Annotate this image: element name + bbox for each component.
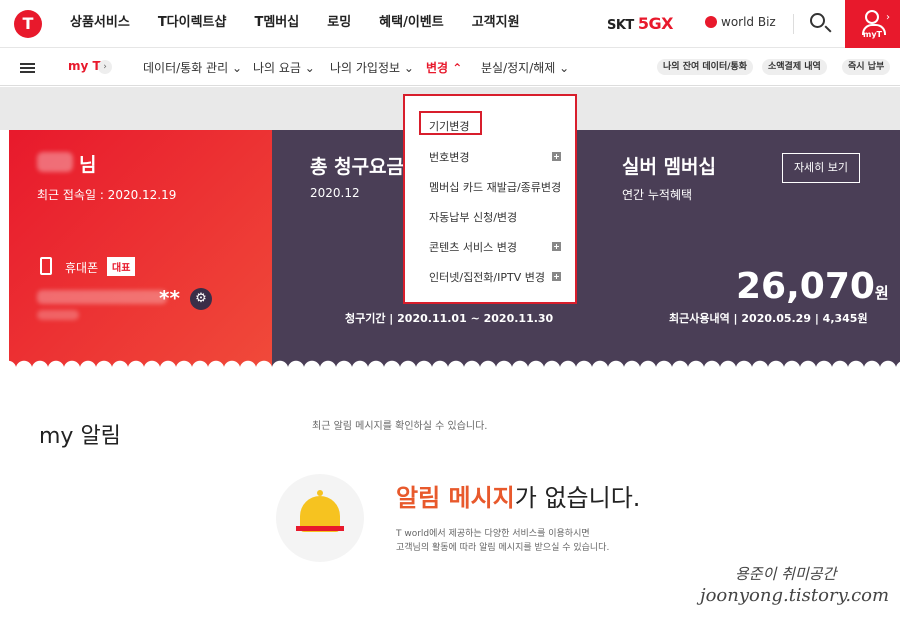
plus-icon[interactable]	[552, 152, 561, 161]
wave-divider	[0, 355, 900, 369]
membership-sub: 연간 누적혜택	[622, 188, 693, 202]
quick-pay-now[interactable]: 즉시 납부	[842, 59, 891, 75]
membership-title: 실버 멤버십	[622, 156, 717, 178]
subnav-change[interactable]: 변경 ⌃	[426, 59, 462, 76]
myt-button-label: myT	[862, 30, 882, 39]
dd-internet-iptv[interactable]: 인터넷/집전화/IPTV 변경	[429, 269, 545, 285]
membership-amount: 26,070원	[736, 266, 889, 307]
phone-label: 휴대폰	[65, 261, 99, 275]
gnb-benefits[interactable]: 혜택/이벤트	[379, 0, 444, 48]
dd-autopay[interactable]: 자동납부 신청/변경	[429, 209, 517, 225]
plus-icon[interactable]	[552, 242, 561, 251]
dd-membership-card[interactable]: 멤버십 카드 재발급/종류변경	[429, 179, 561, 195]
search-button[interactable]	[800, 0, 840, 48]
tworld-logo[interactable]	[14, 10, 42, 38]
subnav-my-fee[interactable]: 나의 요금 ⌄	[253, 59, 315, 76]
phone-icon	[40, 257, 52, 275]
global-nav: 상품서비스 T다이렉트샵 T멤버십 로밍 혜택/이벤트 고객지원	[70, 0, 548, 48]
sub-nav: my T › 데이터/통화 관리 ⌄ 나의 요금 ⌄ 나의 가입정보 ⌄ 변경 …	[0, 48, 900, 86]
subnav-data-call[interactable]: 데이터/통화 관리 ⌄	[143, 59, 242, 76]
chevron-right-icon[interactable]: ›	[98, 60, 112, 74]
gnb-support[interactable]: 고객지원	[472, 0, 520, 48]
watermark-line1: 용준이 취미공간	[735, 565, 837, 583]
blurred-number	[37, 290, 167, 304]
detail-button[interactable]: 자세히 보기	[782, 153, 860, 183]
last-login: 최근 접속일 : 2020.12.19	[37, 188, 177, 202]
dd-number-change[interactable]: 번호변경	[429, 149, 469, 165]
bill-period: 청구기간 | 2020.11.01 ~ 2020.11.30	[345, 312, 554, 325]
no-message-title: 알림 메시지가 없습니다.	[396, 484, 641, 512]
plus-icon[interactable]	[552, 272, 561, 281]
subnav-loss-suspend[interactable]: 분실/정지/해제 ⌄	[481, 59, 569, 76]
top-header: 상품서비스 T다이렉트샵 T멤버십 로밍 혜택/이벤트 고객지원 SKT 5GX…	[0, 0, 900, 48]
myt-button[interactable]: › myT	[845, 0, 900, 48]
change-dropdown: 기기변경 번호변경 멤버십 카드 재발급/종류변경 자동납부 신청/변경 콘텐츠…	[403, 94, 577, 304]
bill-month: 2020.12	[310, 186, 360, 200]
bill-title: 총 청구요금	[310, 156, 405, 178]
membership-panel: 실버 멤버십 연간 누적혜택 자세히 보기 26,070원 최근사용내역 | 2…	[584, 130, 900, 367]
no-message-sub: T world에서 제공하는 다양한 서비스를 이용하시면 고객님의 활동에 따…	[396, 529, 610, 553]
watermark-line2: joonyong.tistory.com	[700, 585, 890, 606]
quick-remaining-data[interactable]: 나의 잔여 데이터/통화	[657, 59, 754, 75]
bell-icon	[296, 490, 344, 532]
search-icon	[810, 13, 825, 28]
gnb-direct-shop[interactable]: T다이렉트샵	[158, 0, 227, 48]
membership-recent: 최근사용내역 | 2020.05.29 | 4,345원	[669, 312, 868, 325]
user-name-suffix: 님	[79, 154, 97, 176]
alarm-title: my 알림	[39, 424, 121, 449]
dd-device-change[interactable]: 기기변경	[429, 118, 469, 134]
subnav-subscription[interactable]: 나의 가입정보 ⌄	[330, 59, 414, 76]
worldbiz-link[interactable]: world Biz	[705, 15, 776, 29]
header-divider	[793, 14, 794, 34]
skt-5gx-logo[interactable]: SKT 5GX	[607, 14, 673, 33]
chevron-right-icon: ›	[886, 12, 890, 23]
quick-micropay-history[interactable]: 소액결제 내역	[762, 59, 827, 75]
gnb-membership[interactable]: T멤버십	[254, 0, 299, 48]
person-icon	[862, 10, 886, 35]
primary-badge: 대표	[107, 257, 136, 276]
user-panel: 님 최근 접속일 : 2020.12.19 휴대폰 대표 ** ⚙	[9, 130, 272, 367]
menu-icon[interactable]	[20, 63, 35, 73]
alarm-desc: 최근 알림 메시지를 확인하실 수 있습니다.	[312, 421, 488, 432]
gnb-roaming[interactable]: 로밍	[327, 0, 351, 48]
myt-label[interactable]: my T	[68, 59, 101, 73]
blurred-plan	[37, 310, 79, 320]
blurred-name	[37, 152, 73, 172]
bell-circle	[276, 474, 364, 562]
gnb-products[interactable]: 상품서비스	[70, 0, 130, 48]
gear-icon[interactable]: ⚙	[190, 288, 212, 310]
dd-content-service[interactable]: 콘텐츠 서비스 변경	[429, 239, 517, 255]
masked-number: **	[159, 286, 180, 310]
